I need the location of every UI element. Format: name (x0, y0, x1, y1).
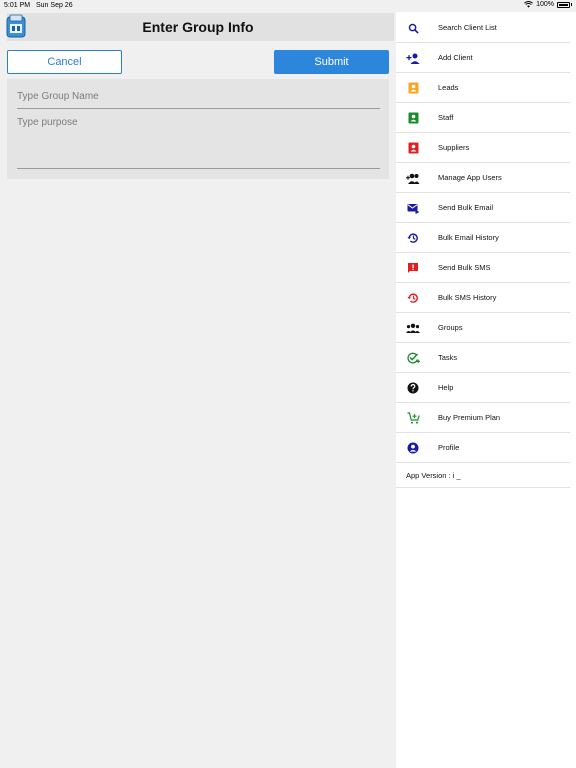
history-icon (406, 292, 420, 304)
menu-label: Buy Premium Plan (438, 413, 501, 422)
menu-item-manage-app-users[interactable]: Manage App Users (396, 163, 570, 193)
status-date: Sun Sep 26 (36, 2, 73, 9)
menu-label: Tasks (438, 353, 458, 362)
menu-label: Add Client (438, 53, 473, 62)
help-icon (406, 382, 420, 394)
status-bar: 5:01 PM Sun Sep 26 100% (0, 0, 576, 12)
menu-label: Bulk SMS History (438, 293, 497, 302)
menu-item-help[interactable]: Help (396, 373, 570, 403)
cart-add-icon (406, 412, 420, 424)
menu-item-buy-premium-plan[interactable]: Buy Premium Plan (396, 403, 570, 433)
menu-label: Leads (438, 83, 459, 92)
menu-item-staff[interactable]: Staff (396, 103, 570, 133)
page-title: Enter Group Info (142, 19, 254, 35)
main-pane: Enter Group Info Cancel Submit Type Grou… (0, 12, 396, 768)
side-menu: Search Client List Add Client Leads Staf… (396, 12, 576, 768)
contact-card-icon (406, 112, 420, 124)
task-check-icon (406, 352, 420, 364)
menu-label: Search Client List (438, 23, 497, 32)
status-right: 100% (524, 1, 572, 8)
email-send-icon (406, 202, 420, 214)
sms-alert-icon (406, 262, 420, 274)
history-icon (406, 232, 420, 244)
menu-item-send-bulk-email[interactable]: Send Bulk Email (396, 193, 570, 223)
menu-label: Manage App Users (438, 173, 502, 182)
battery-percent: 100% (536, 1, 554, 8)
menu-item-bulk-email-history[interactable]: Bulk Email History (396, 223, 570, 253)
menu-item-profile[interactable]: Profile (396, 433, 570, 463)
menu-label: Bulk Email History (438, 233, 499, 242)
add-person-icon (406, 52, 420, 64)
menu-label: Send Bulk Email (438, 203, 494, 212)
menu-label: Help (438, 383, 454, 392)
menu-item-suppliers[interactable]: Suppliers (396, 133, 570, 163)
people-add-icon (406, 172, 420, 184)
menu-label: Profile (438, 443, 460, 452)
contact-card-icon (406, 82, 420, 94)
battery-icon (557, 1, 570, 8)
group-name-input[interactable]: Type Group Name (17, 91, 380, 109)
menu-item-leads[interactable]: Leads (396, 73, 570, 103)
menu-item-tasks[interactable]: Tasks (396, 343, 570, 373)
groups-icon (406, 322, 420, 334)
status-time: 5:01 PM (4, 2, 31, 9)
menu-label: Send Bulk SMS (438, 263, 491, 272)
battery-tip (571, 3, 572, 6)
submit-button[interactable]: Submit (274, 50, 389, 74)
menu-label: Groups (438, 323, 463, 332)
menu-item-groups[interactable]: Groups (396, 313, 570, 343)
menu-label: Suppliers (438, 143, 470, 152)
app-version-text: App Version : i _ (406, 471, 461, 480)
menu-item-bulk-sms-history[interactable]: Bulk SMS History (396, 283, 570, 313)
search-icon (406, 22, 420, 34)
contact-card-icon (406, 142, 420, 154)
menu-item-send-bulk-sms[interactable]: Send Bulk SMS (396, 253, 570, 283)
purpose-input[interactable]: Type purpose (17, 117, 380, 169)
menu-item-add-client[interactable]: Add Client (396, 43, 570, 73)
app-logo-icon (6, 14, 26, 38)
wifi-icon (524, 1, 533, 8)
profile-icon (406, 442, 420, 454)
group-form: Type Group Name Type purpose (7, 79, 389, 179)
cancel-button[interactable]: Cancel (7, 50, 122, 74)
app-version: App Version : i _ (396, 461, 570, 488)
menu-item-search-client-list[interactable]: Search Client List (396, 13, 570, 43)
menu-label: Staff (438, 113, 454, 122)
